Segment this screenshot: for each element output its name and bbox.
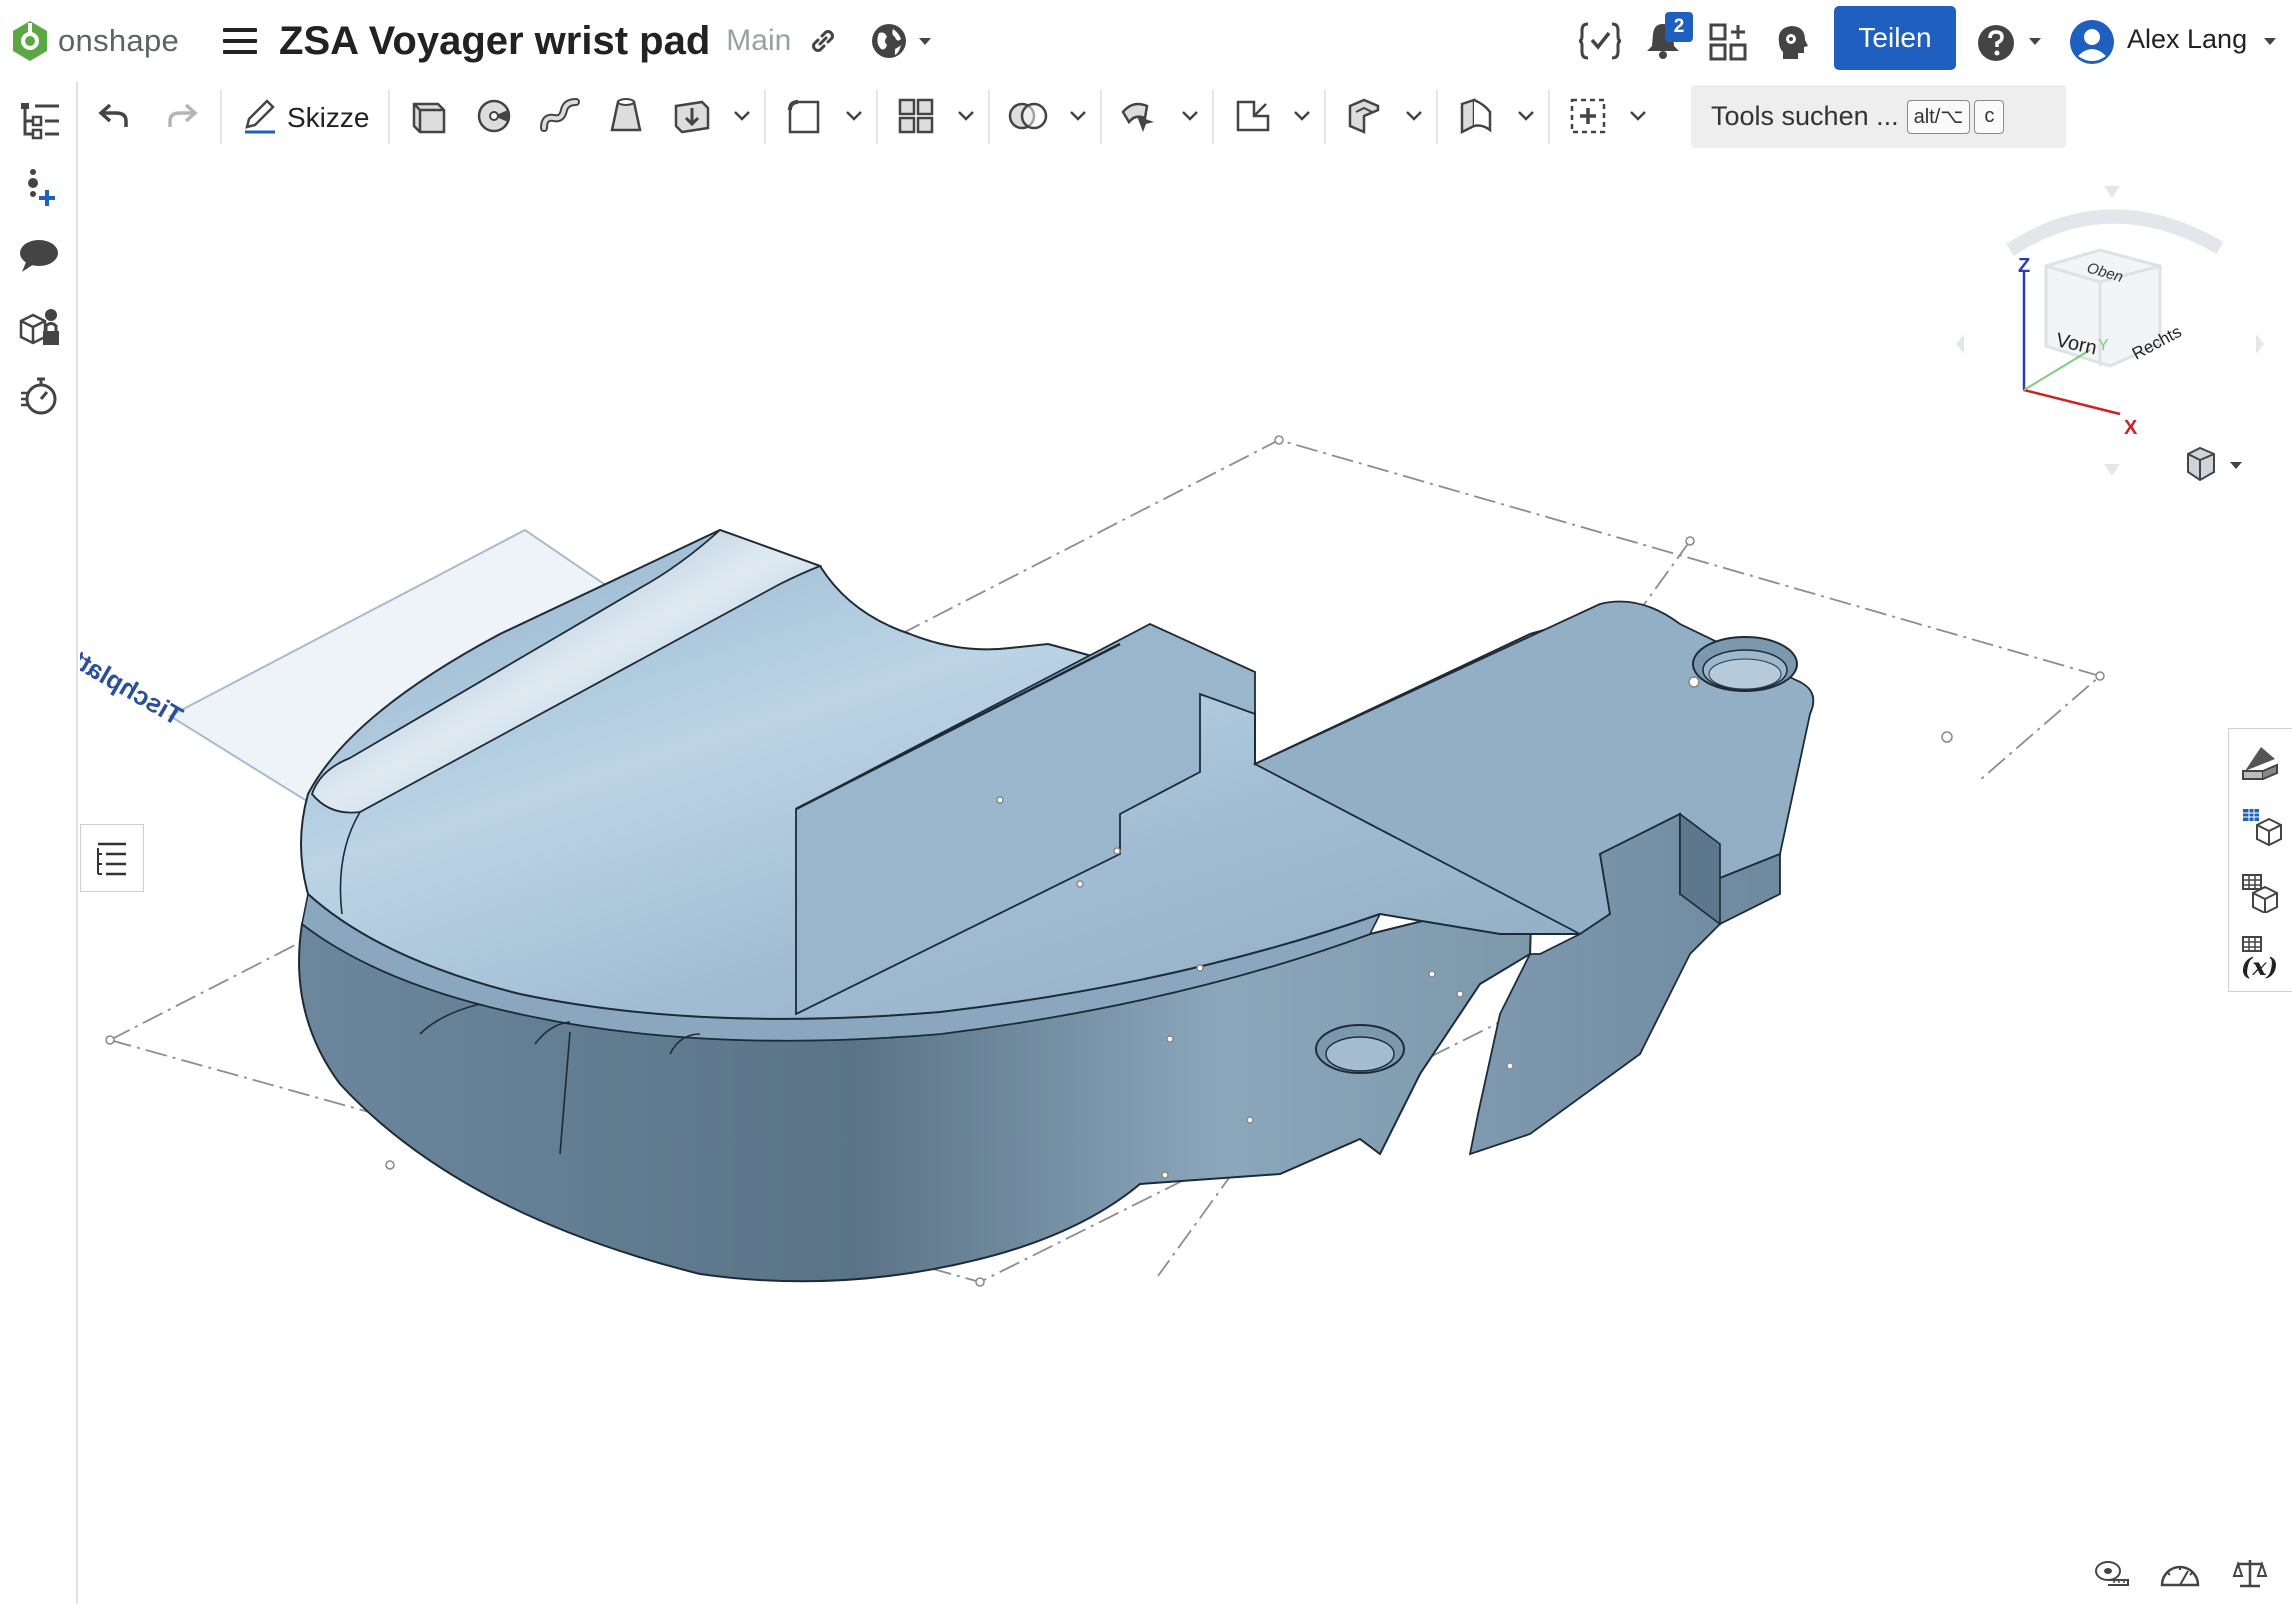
user-name[interactable]: Alex Lang xyxy=(2127,24,2247,55)
sheet-metal-chevron-down-icon[interactable] xyxy=(1402,100,1426,132)
custom-features-add-icon[interactable] xyxy=(1566,94,1610,138)
view-cube-right-arrow-icon[interactable] xyxy=(2256,334,2264,354)
axis-z-label: Z xyxy=(2018,255,2030,277)
parts-lock-icon[interactable] xyxy=(14,304,64,352)
custom-features-chevron-down-icon[interactable] xyxy=(1626,100,1650,132)
learning-center-icon[interactable] xyxy=(1771,22,1811,62)
pattern-chevron-down-icon[interactable] xyxy=(954,100,978,132)
appearance-panel-icon[interactable] xyxy=(2235,735,2287,791)
surface-icon[interactable] xyxy=(1454,94,1498,138)
document-title[interactable]: ZSA Voyager wrist pad xyxy=(279,19,710,64)
user-avatar-icon[interactable] xyxy=(2068,18,2116,66)
tools-search-placeholder: Tools suchen ... xyxy=(1711,101,1899,131)
view-cube-up-arrow-icon[interactable] xyxy=(2104,186,2120,198)
thicken-icon[interactable] xyxy=(670,94,714,138)
right-panel: (x) xyxy=(2228,728,2292,992)
history-stopwatch-icon[interactable] xyxy=(14,372,64,420)
plane-icon[interactable] xyxy=(1230,94,1274,138)
extrude-icon[interactable] xyxy=(406,94,450,138)
view-cube-down-arrow-icon[interactable] xyxy=(2104,464,2120,476)
graphics-area[interactable]: Tischplatte Z X Y Oben Vorn Rechts xyxy=(80,154,2292,1604)
hole-near[interactable] xyxy=(1315,1024,1405,1074)
view-cube[interactable]: Z X Y Oben Vorn Rechts xyxy=(1956,186,2264,476)
axis-x-label: X xyxy=(2124,417,2138,439)
user-chevron-down-icon[interactable] xyxy=(2262,36,2278,48)
onshape-logo-icon xyxy=(13,21,47,61)
top-bar: onshape ZSA Voyager wrist pad Main 2 Tei… xyxy=(0,0,2292,82)
undo-icon[interactable] xyxy=(92,94,136,138)
search-shortcut-key: c xyxy=(1974,99,2005,134)
sketch-pencil-icon[interactable] xyxy=(238,94,282,138)
tools-search-input[interactable]: Tools suchen ... alt/⌥ c xyxy=(1691,85,2066,148)
configurations-panel-icon[interactable] xyxy=(2235,865,2287,921)
surface-chevron-down-icon[interactable] xyxy=(1514,100,1538,132)
feature-toolbar: Skizze Tools suchen ... alt/⌥ c xyxy=(80,82,2292,154)
transform-chevron-down-icon[interactable] xyxy=(1178,100,1202,132)
fillet-icon[interactable] xyxy=(782,94,826,138)
hole-far[interactable] xyxy=(1692,636,1798,692)
variable-studio-icon[interactable] xyxy=(1578,20,1622,62)
measure-tape-icon[interactable] xyxy=(2092,1555,2132,1591)
more-features-chevron-down-icon[interactable] xyxy=(730,100,754,132)
link-icon[interactable] xyxy=(807,25,839,57)
axis-y-label: Y xyxy=(2098,337,2109,354)
pattern-icon[interactable] xyxy=(894,94,938,138)
revolve-icon[interactable] xyxy=(472,94,516,138)
fillet-chevron-down-icon[interactable] xyxy=(842,100,866,132)
loft-icon[interactable] xyxy=(604,94,648,138)
sheet-metal-icon[interactable] xyxy=(1342,94,1386,138)
add-instance-icon[interactable] xyxy=(14,166,64,214)
app-store-icon[interactable] xyxy=(1708,22,1748,62)
protractor-icon[interactable] xyxy=(2160,1555,2200,1591)
mass-properties-scale-icon[interactable] xyxy=(2230,1555,2270,1591)
transform-icon[interactable] xyxy=(1118,94,1162,138)
bom-table-icon[interactable] xyxy=(2235,799,2287,855)
sweep-icon[interactable] xyxy=(538,94,582,138)
help-icon[interactable] xyxy=(1977,24,2015,62)
logo-text: onshape xyxy=(58,23,180,58)
feature-tree-toggle-icon[interactable] xyxy=(80,824,144,892)
help-chevron-down-icon[interactable] xyxy=(2027,36,2043,48)
boolean-chevron-down-icon[interactable] xyxy=(1066,100,1090,132)
plane-label: Tischplatte xyxy=(80,637,188,731)
search-shortcut-modifier: alt/⌥ xyxy=(1906,99,1971,134)
left-rail xyxy=(0,82,78,1604)
sketch-button-label[interactable]: Skizze xyxy=(287,102,369,134)
variables-panel-icon[interactable]: (x) xyxy=(2235,929,2287,985)
view-options-cube-icon[interactable] xyxy=(2187,446,2242,482)
chevron-down-icon[interactable] xyxy=(917,35,933,47)
onshape-app: onshape ZSA Voyager wrist pad Main 2 Tei… xyxy=(0,0,2292,1604)
redo-icon[interactable] xyxy=(160,94,204,138)
notification-count-badge: 2 xyxy=(1665,12,1693,42)
3d-model-view[interactable]: Tischplatte Z X Y Oben Vorn Rechts xyxy=(80,154,2292,1604)
feature-list-icon[interactable] xyxy=(14,96,64,144)
comments-icon[interactable] xyxy=(14,232,64,280)
share-button[interactable]: Teilen xyxy=(1834,6,1956,70)
onshape-logo[interactable]: onshape xyxy=(10,19,179,63)
view-cube-left-arrow-icon[interactable] xyxy=(1956,334,1964,354)
branch-label[interactable]: Main xyxy=(726,24,791,58)
plane-chevron-down-icon[interactable] xyxy=(1290,100,1314,132)
main-menu-button[interactable] xyxy=(223,28,258,54)
boolean-icon[interactable] xyxy=(1006,94,1050,138)
svg-text:(x): (x) xyxy=(2241,952,2278,979)
globe-icon[interactable] xyxy=(869,21,909,61)
